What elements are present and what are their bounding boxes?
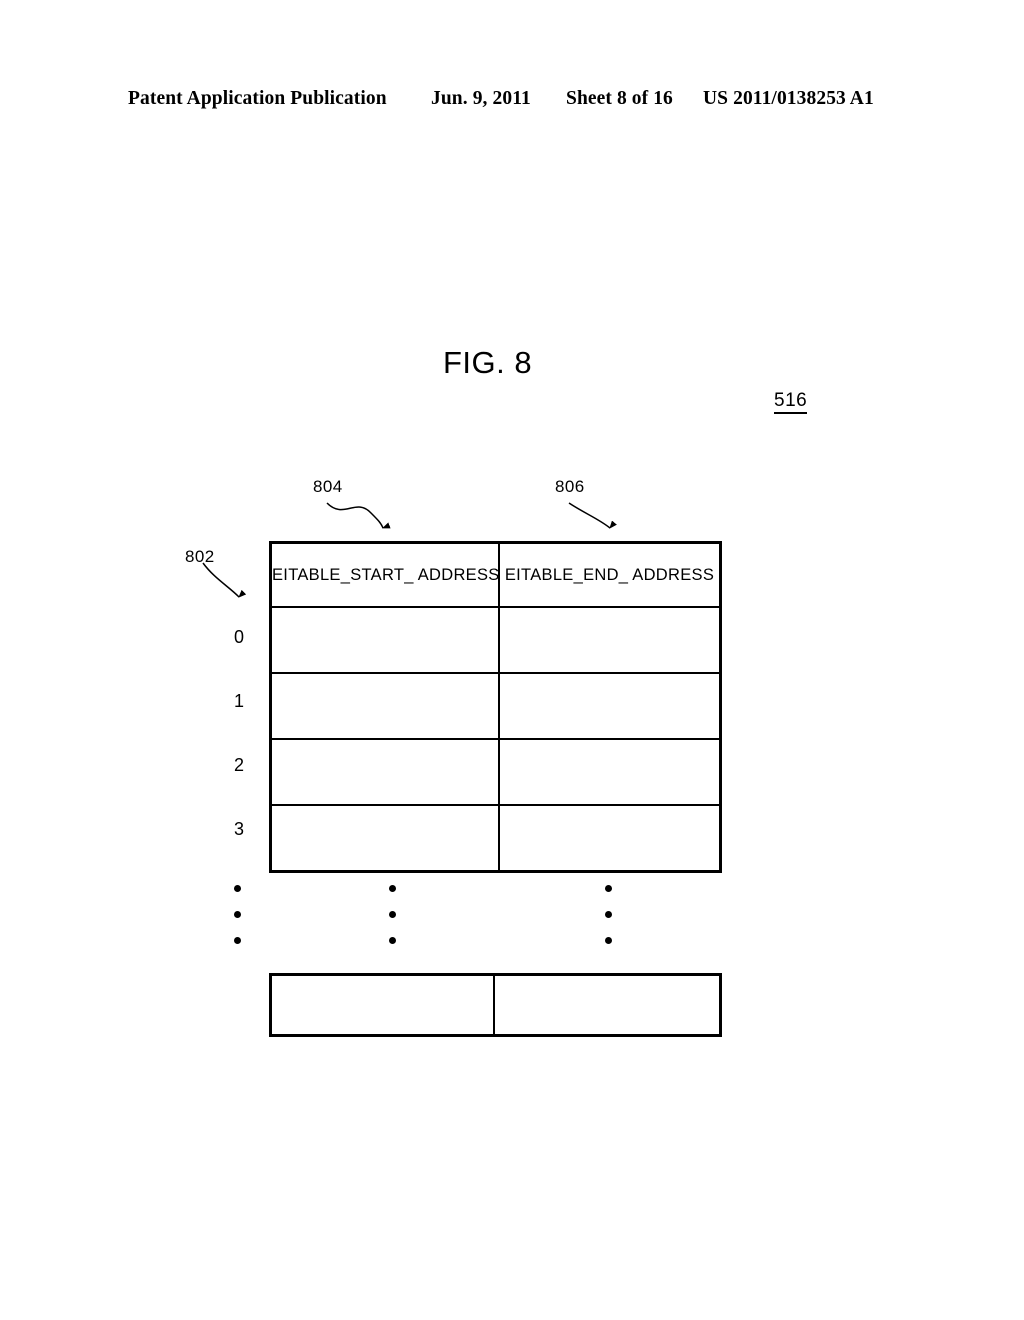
leader-line-802 (202, 562, 247, 598)
ellipsis-dot (234, 911, 241, 918)
reference-numeral-802: 802 (185, 547, 215, 566)
table-row (272, 673, 719, 740)
table-continuation-row (269, 973, 722, 1037)
cell-end-address-1 (499, 673, 719, 740)
ellipsis-dot (605, 885, 612, 892)
patent-number: US 2011/0138253 A1 (703, 88, 874, 109)
eitable-main-table: EITABLE_START_ ADDRESS EITABLE_END_ ADDR… (269, 541, 722, 873)
cell-end-address-last (495, 976, 719, 1034)
vertical-ellipsis-icon-start-address (389, 885, 396, 944)
column-header-start-address: EITABLE_START_ ADDRESS (272, 544, 500, 608)
vertical-ellipsis-icon-row-index (234, 885, 241, 944)
leader-line-804 (326, 502, 391, 529)
row-index-0: 0 (233, 627, 244, 647)
cell-start-address-3 (272, 805, 500, 870)
figure-reference-516: 516 (774, 391, 808, 414)
cell-start-address-1 (272, 673, 500, 740)
publication-label: Patent Application Publication (128, 88, 387, 109)
cell-start-address-last (272, 976, 495, 1034)
row-index-3: 3 (233, 819, 244, 839)
ellipsis-dot (389, 911, 396, 918)
ellipsis-dot (234, 937, 241, 944)
table-row (272, 805, 719, 870)
cell-end-address-2 (499, 739, 719, 806)
ellipsis-dot (389, 885, 396, 892)
ellipsis-dot (389, 937, 396, 944)
publication-date: Jun. 9, 2011 (431, 88, 531, 109)
cell-end-address-3 (499, 805, 719, 870)
cell-end-address-0 (499, 607, 719, 674)
row-index-2: 2 (233, 755, 244, 775)
sheet-number: Sheet 8 of 16 (566, 88, 673, 109)
row-index-1: 1 (233, 691, 244, 711)
table-row (272, 607, 719, 674)
figure-title: FIG. 8 (443, 345, 533, 380)
ellipsis-dot (234, 885, 241, 892)
vertical-ellipsis-icon-end-address (605, 885, 612, 944)
ellipsis-dot (605, 911, 612, 918)
column-header-end-address: EITABLE_END_ ADDRESS (499, 544, 719, 608)
reference-numeral-804: 804 (313, 477, 343, 496)
cell-start-address-2 (272, 739, 500, 806)
table-row (272, 739, 719, 806)
cell-start-address-0 (272, 607, 500, 674)
reference-numeral-806: 806 (555, 477, 585, 496)
ellipsis-dot (605, 937, 612, 944)
leader-line-806 (568, 502, 617, 529)
page-header: Patent Application Publication Jun. 9, 2… (0, 86, 1024, 112)
table-header-row: EITABLE_START_ ADDRESS EITABLE_END_ ADDR… (272, 544, 719, 608)
